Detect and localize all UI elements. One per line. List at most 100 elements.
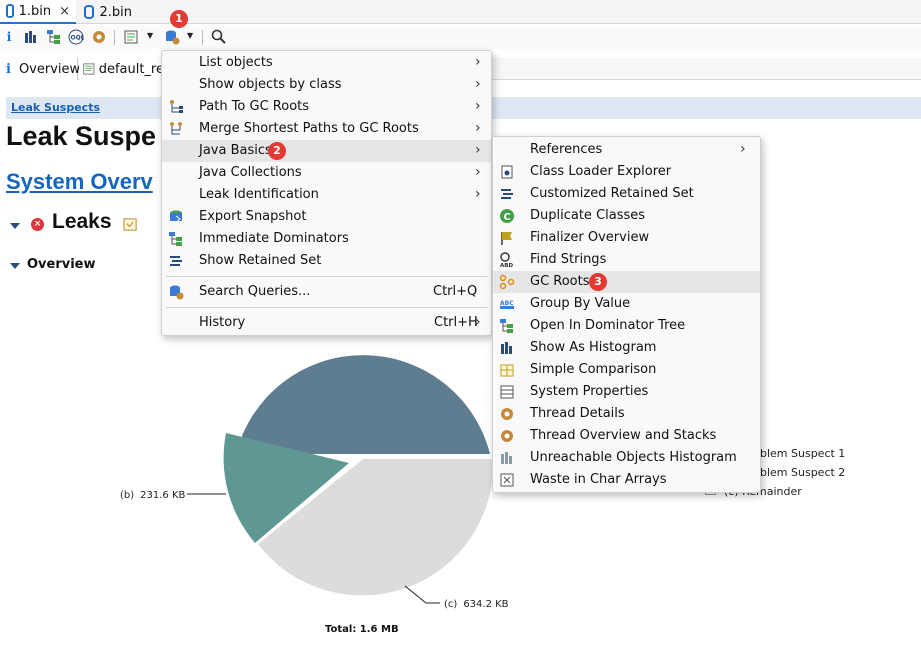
run-report-icon[interactable] xyxy=(122,28,140,46)
gear-icon[interactable] xyxy=(90,28,108,46)
chevron-right-icon: › xyxy=(475,76,481,92)
waste-icon xyxy=(500,473,514,487)
path-gc-icon xyxy=(170,100,183,113)
menu-item-duplicate-classes[interactable]: C Duplicate Classes xyxy=(493,205,760,227)
svg-text:OQL: OQL xyxy=(71,35,85,42)
system-properties-icon xyxy=(500,385,514,399)
menu-item-java-collections[interactable]: Java Collections › xyxy=(162,162,491,184)
chevron-right-icon: › xyxy=(475,142,481,158)
histogram-icon[interactable] xyxy=(22,28,40,46)
menu-item-show-as-histogram[interactable]: Show As Histogram xyxy=(493,337,760,359)
menu-item-system-properties[interactable]: System Properties xyxy=(493,381,760,403)
slice-label-b: (b) 231.6 KB xyxy=(120,490,186,501)
menu-separator xyxy=(166,276,488,277)
legend-item: blem Suspect 2 xyxy=(760,466,846,479)
menu-item-thread-overview-and-stacks[interactable]: Thread Overview and Stacks xyxy=(493,425,760,447)
export-icon xyxy=(170,210,182,223)
unreachable-icon xyxy=(501,452,512,464)
step-badge-3: 3 xyxy=(589,273,607,291)
menu-item-references[interactable]: References › xyxy=(493,139,760,161)
oql-icon[interactable]: OQL xyxy=(67,28,85,46)
menu-item-search-queries[interactable]: Search Queries... Ctrl+Q xyxy=(162,281,491,303)
menu-item-show-retained-set[interactable]: Show Retained Set xyxy=(162,250,491,272)
svg-text:C: C xyxy=(504,212,511,223)
search-icon[interactable] xyxy=(210,28,228,46)
menu-item-thread-details[interactable]: Thread Details xyxy=(493,403,760,425)
step-badge-2: 2 xyxy=(268,142,286,160)
toolbar-separator xyxy=(114,30,115,45)
shortcut-label: Ctrl+H xyxy=(434,315,478,330)
customized-retained-icon xyxy=(501,189,513,199)
query-browser-icon[interactable] xyxy=(163,28,181,46)
pie-slice-a xyxy=(236,355,490,454)
menu-item-export-snapshot[interactable]: Export Snapshot xyxy=(162,206,491,228)
menu-item-gc-roots[interactable]: GC Roots 3 xyxy=(493,271,760,293)
menu-item-unreachable-objects-histogram[interactable]: Unreachable Objects Histogram xyxy=(493,447,760,469)
comparison-icon xyxy=(500,364,514,377)
chevron-right-icon: › xyxy=(475,54,481,70)
leader-line-c xyxy=(404,585,440,604)
step-badge-1: 1 xyxy=(170,10,188,28)
dominators-icon xyxy=(169,232,182,246)
chevron-right-icon: › xyxy=(475,120,481,136)
menu-item-list-objects[interactable]: List objects › xyxy=(162,52,491,74)
thread-overview-icon xyxy=(501,430,513,442)
group-value-icon: ABC xyxy=(500,300,514,309)
toolbar-separator xyxy=(202,30,203,45)
menu-item-java-basics[interactable]: Java Basics 2 › xyxy=(162,140,491,162)
menu-item-open-in-dominator-tree[interactable]: Open In Dominator Tree xyxy=(493,315,760,337)
report-icon xyxy=(83,63,95,75)
histogram-icon xyxy=(501,342,512,354)
menu-item-group-by-value[interactable]: ABC Group By Value xyxy=(493,293,760,315)
file-tab-bar: 1.bin × 2.bin xyxy=(0,0,921,24)
gc-roots-icon xyxy=(499,274,515,290)
app-window: 1.bin × 2.bin i OQL ▼ ▼ i Overview defau… xyxy=(0,0,921,656)
chevron-right-icon: › xyxy=(740,141,746,157)
svg-text:ABD: ABD xyxy=(500,263,513,268)
thread-details-icon xyxy=(501,408,513,420)
tab-label: 1.bin xyxy=(18,3,52,19)
chevron-right-icon: › xyxy=(475,164,481,180)
merge-paths-icon xyxy=(170,122,182,135)
info-icon: i xyxy=(6,61,11,77)
dominator-tree-icon xyxy=(500,319,513,333)
menu-item-leak-identification[interactable]: Leak Identification › xyxy=(162,184,491,206)
finalizer-icon xyxy=(501,232,512,245)
legend-item: blem Suspect 1 xyxy=(760,447,846,460)
menu-item-waste-in-char-arrays[interactable]: Waste in Char Arrays xyxy=(493,469,760,491)
search-queries-icon xyxy=(170,285,184,300)
find-strings-icon: ABD xyxy=(500,252,513,268)
menu-item-simple-comparison[interactable]: Simple Comparison xyxy=(493,359,760,381)
query-menu: List objects › Show objects by class › Pat… xyxy=(161,50,492,336)
chevron-right-icon: › xyxy=(475,98,481,114)
menu-item-path-to-gc-roots[interactable]: Path To GC Roots › xyxy=(162,96,491,118)
info-icon[interactable]: i xyxy=(0,28,18,46)
menu-item-immediate-dominators[interactable]: Immediate Dominators xyxy=(162,228,491,250)
menu-item-class-loader-explorer[interactable]: Class Loader Explorer xyxy=(493,161,760,183)
tab-default-report[interactable]: default_re xyxy=(79,58,169,80)
menu-item-customized-retained-set[interactable]: Customized Retained Set xyxy=(493,183,760,205)
toolbar: i OQL ▼ ▼ xyxy=(0,25,921,49)
dominator-tree-icon[interactable] xyxy=(45,28,63,46)
chevron-down-icon[interactable]: ▼ xyxy=(187,31,193,40)
java-basics-submenu: References › Class Loader Explorer Custom… xyxy=(492,136,761,493)
menu-item-find-strings[interactable]: ABD Find Strings xyxy=(493,249,760,271)
tab-2-bin[interactable]: 2.bin xyxy=(78,0,138,24)
close-icon[interactable]: × xyxy=(59,4,70,19)
tab-label: Overview xyxy=(18,61,81,77)
menu-item-merge-shortest-paths[interactable]: Merge Shortest Paths to GC Roots › xyxy=(162,118,491,140)
svg-text:ABC: ABC xyxy=(500,300,514,307)
menu-separator xyxy=(166,307,488,308)
tab-1-bin[interactable]: 1.bin × xyxy=(0,0,76,24)
retained-set-icon xyxy=(170,256,182,266)
menu-item-finalizer-overview[interactable]: Finalizer Overview xyxy=(493,227,760,249)
chevron-down-icon[interactable]: ▼ xyxy=(147,31,153,40)
shortcut-label: Ctrl+Q xyxy=(433,284,478,299)
class-loader-icon xyxy=(501,165,513,179)
duplicate-classes-icon: C xyxy=(500,209,514,223)
menu-item-history[interactable]: History Ctrl+H › xyxy=(162,312,491,334)
tab-label: 2.bin xyxy=(99,4,132,20)
tab-overview[interactable]: i Overview xyxy=(0,58,81,80)
menu-item-show-objects-by-class[interactable]: Show objects by class › xyxy=(162,74,491,96)
tab-label: default_re xyxy=(98,61,164,77)
